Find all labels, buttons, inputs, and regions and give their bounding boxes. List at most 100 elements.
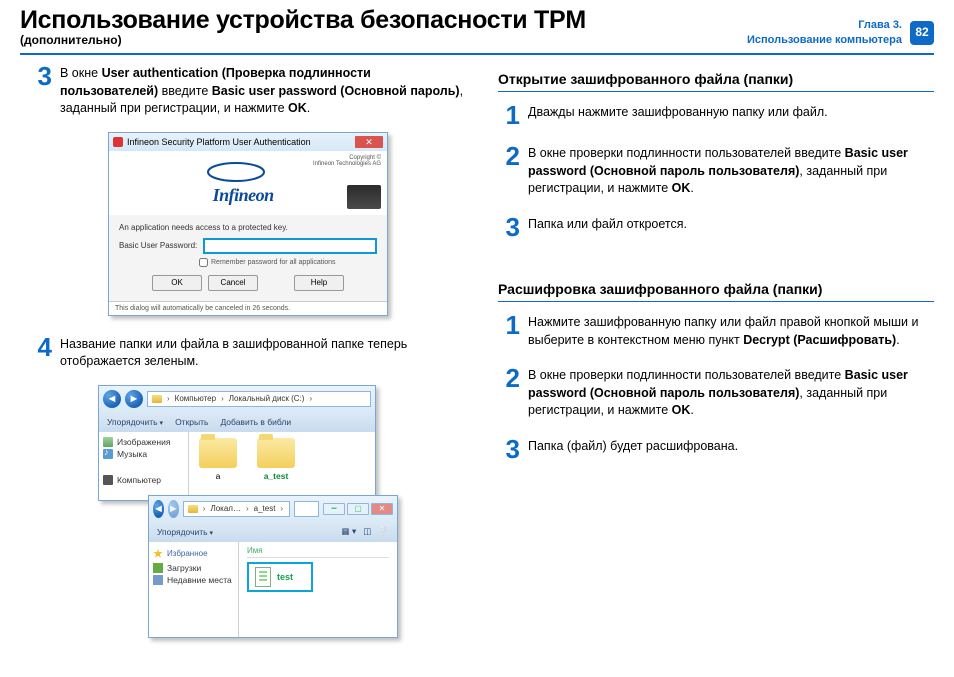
infineon-logo-icon	[206, 161, 266, 183]
decrypt-step-2: 2 В окне проверки подлинности пользовате…	[498, 367, 934, 420]
step-number: 4	[30, 336, 52, 371]
ok-button[interactable]: OK	[152, 275, 202, 291]
remember-checkbox[interactable]	[199, 258, 208, 267]
file-pane: a a_test	[189, 432, 375, 500]
recent-icon	[153, 575, 163, 585]
close-button[interactable]: ✕	[371, 503, 393, 515]
dialog-banner: Infineon Copyright © Infineon Technologi…	[109, 151, 387, 215]
header-rule	[20, 53, 934, 55]
dialog-title: Infineon Security Platform User Authenti…	[127, 137, 311, 147]
back-nav-icon[interactable]: ◄	[153, 500, 164, 518]
minimize-button[interactable]: ━	[323, 503, 345, 515]
search-input[interactable]	[294, 501, 319, 517]
step-4: 4 Название папки или файла в зашифрованн…	[30, 336, 466, 371]
address-bar[interactable]: Локал… a_test	[183, 501, 290, 517]
dialog-footer: This dialog will automatically be cancel…	[109, 301, 387, 315]
chapter-line2: Использование компьютера	[747, 33, 902, 47]
sidebar-recent[interactable]: Недавние места	[153, 574, 234, 586]
folder-icon	[199, 438, 237, 468]
step-text: Папка или файл откроется.	[528, 216, 687, 239]
file-list: Имя test	[239, 542, 397, 637]
toolbar-organize[interactable]: Упорядочить	[107, 417, 163, 427]
explorer-sidebar: Избранное Загрузки Недавние места	[149, 542, 239, 637]
downloads-icon	[153, 563, 163, 573]
folder-a[interactable]: a	[199, 438, 237, 494]
column-name[interactable]: Имя	[247, 546, 389, 558]
step-number: 1	[498, 314, 520, 349]
auth-dialog-screenshot: Infineon Security Platform User Authenti…	[108, 132, 388, 316]
step-text: В окне проверки подлинности пользователе…	[528, 145, 934, 198]
step-text: В окне проверки подлинности пользователе…	[528, 367, 934, 420]
section-rule	[498, 91, 934, 92]
page-title: Использование устройства безопасности TP…	[20, 6, 586, 35]
title-block: Использование устройства безопасности TP…	[20, 6, 586, 47]
explorer-window-back: ◄ ► Компьютер Локальный диск (C:) Упоряд	[98, 385, 376, 501]
decrypt-step-3: 3 Папка (файл) будет расшифрована.	[498, 438, 934, 461]
decrypt-step-1: 1 Нажмите зашифрованную папку или файл п…	[498, 314, 934, 349]
chip-icon	[347, 185, 381, 209]
step-number: 1	[498, 104, 520, 127]
sidebar-favorites[interactable]: Избранное	[153, 548, 234, 560]
help-button[interactable]: Help	[294, 275, 344, 291]
section-open-title: Открытие зашифрованного файла (папки)	[498, 71, 934, 87]
step-text: Название папки или файла в зашифрованной…	[60, 336, 466, 371]
music-icon	[103, 449, 113, 459]
computer-icon	[103, 475, 113, 485]
chapter-info: Глава 3. Использование компьютера 82	[747, 18, 934, 47]
open-step-3: 3 Папка или файл откроется.	[498, 216, 934, 239]
step-text: Нажмите зашифрованную папку или файл пра…	[528, 314, 934, 349]
toolbar-open[interactable]: Открыть	[175, 417, 208, 427]
star-icon	[153, 549, 163, 559]
remember-label: Remember password for all applications	[211, 259, 336, 266]
page-subtitle: (дополнительно)	[20, 33, 586, 47]
document-icon	[255, 567, 271, 587]
dialog-message: An application needs access to a protect…	[119, 223, 377, 232]
step-number: 3	[30, 65, 52, 118]
back-nav-icon[interactable]: ◄	[103, 390, 121, 408]
folder-icon	[257, 438, 295, 468]
cancel-button[interactable]: Cancel	[208, 275, 258, 291]
section-rule	[498, 301, 934, 302]
sidebar-item-music[interactable]: Музыка	[103, 448, 184, 460]
file-test[interactable]: test	[247, 562, 313, 592]
explorer-sidebar: Изображения Музыка Компьютер	[99, 432, 189, 500]
step-3: 3 В окне User authentication (Проверка п…	[30, 65, 466, 118]
password-input[interactable]	[203, 238, 377, 254]
copyright: Copyright © Infineon Technologies AG	[313, 155, 381, 168]
explorer-window-front: ◄ ► Локал… a_test ━	[148, 495, 398, 638]
toolbar-organize[interactable]: Упорядочить	[157, 527, 213, 537]
sidebar-downloads[interactable]: Загрузки	[153, 562, 234, 574]
step-text: Папка (файл) будет расшифрована.	[528, 438, 738, 461]
open-step-1: 1 Дважды нажмите зашифрованную папку или…	[498, 104, 934, 127]
address-bar[interactable]: Компьютер Локальный диск (C:)	[147, 391, 371, 407]
close-button[interactable]: ✕	[355, 136, 383, 148]
password-label: Basic User Password:	[119, 241, 197, 250]
forward-nav-icon[interactable]: ►	[168, 500, 179, 518]
infineon-brand: Infineon	[213, 185, 274, 206]
folder-a-test[interactable]: a_test	[257, 438, 295, 494]
step-number: 3	[498, 216, 520, 239]
shield-icon	[113, 137, 123, 147]
sidebar-item-computer[interactable]: Компьютер	[103, 474, 184, 486]
page-number-badge: 82	[910, 21, 934, 45]
dialog-titlebar: Infineon Security Platform User Authenti…	[109, 133, 387, 151]
maximize-button[interactable]: ▢	[347, 503, 369, 515]
step-text: В окне User authentication (Проверка под…	[60, 65, 466, 118]
chapter-line1: Глава 3.	[858, 18, 902, 32]
step-number: 2	[498, 367, 520, 420]
section-decrypt-title: Расшифровка зашифрованного файла (папки)	[498, 281, 934, 297]
folder-icon	[188, 505, 198, 513]
page-header: Использование устройства безопасности TP…	[0, 0, 954, 51]
right-column: Открытие зашифрованного файла (папки) 1 …	[498, 65, 934, 655]
pictures-icon	[103, 437, 113, 447]
explorer-screenshot-stack: ◄ ► Компьютер Локальный диск (C:) Упоряд	[98, 385, 398, 635]
toolbar-addlib[interactable]: Добавить в библи	[220, 417, 291, 427]
step-number: 3	[498, 438, 520, 461]
folder-icon	[152, 395, 162, 403]
left-column: 3 В окне User authentication (Проверка п…	[30, 65, 466, 655]
forward-nav-icon[interactable]: ►	[125, 390, 143, 408]
step-text: Дважды нажмите зашифрованную папку или ф…	[528, 104, 828, 127]
sidebar-item-pictures[interactable]: Изображения	[103, 436, 184, 448]
step-number: 2	[498, 145, 520, 198]
open-step-2: 2 В окне проверки подлинности пользовате…	[498, 145, 934, 198]
